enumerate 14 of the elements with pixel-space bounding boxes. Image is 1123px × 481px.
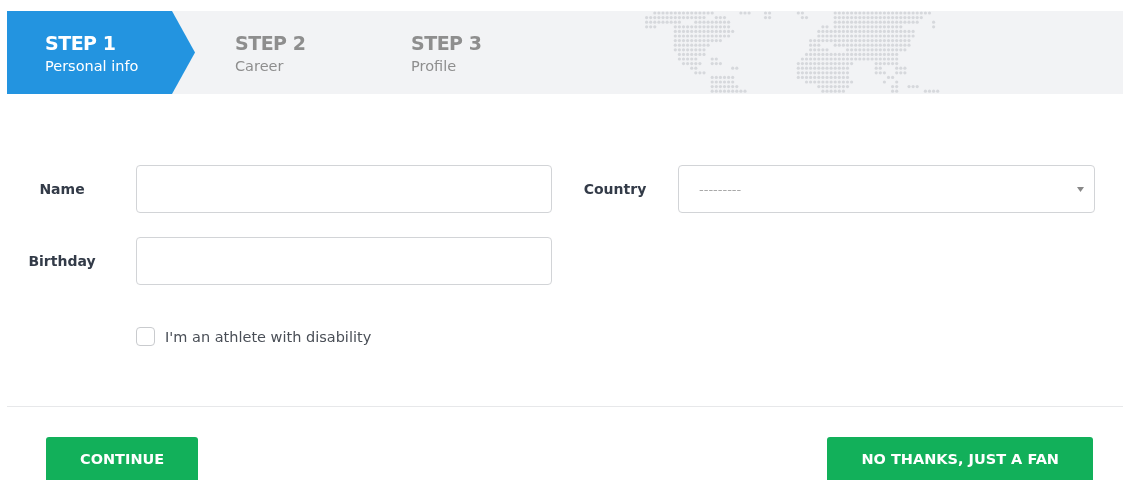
- action-button[interactable]: CONTINUE: [46, 437, 199, 480]
- checkbox-label: I'm an athlete with disability: [165, 328, 372, 345]
- name-field[interactable]: [136, 165, 552, 213]
- birthday-field[interactable]: [136, 237, 552, 285]
- field-label: Name: [38, 181, 86, 197]
- caret-icon: [1077, 186, 1084, 192]
- field-label: Country: [582, 181, 648, 197]
- checkbox[interactable]: [136, 327, 155, 346]
- field-label: Birthday: [27, 253, 97, 269]
- step-tab[interactable]: STEP 1 Personal info: [7, 11, 195, 94]
- step-tab[interactable]: STEP 3 Profile: [373, 11, 549, 94]
- country-dropdown[interactable]: ---------: [678, 165, 1095, 213]
- action-button[interactable]: NO THANKS, JUST A FAN: [827, 437, 1093, 480]
- step-tab[interactable]: STEP 2 Career: [197, 11, 373, 94]
